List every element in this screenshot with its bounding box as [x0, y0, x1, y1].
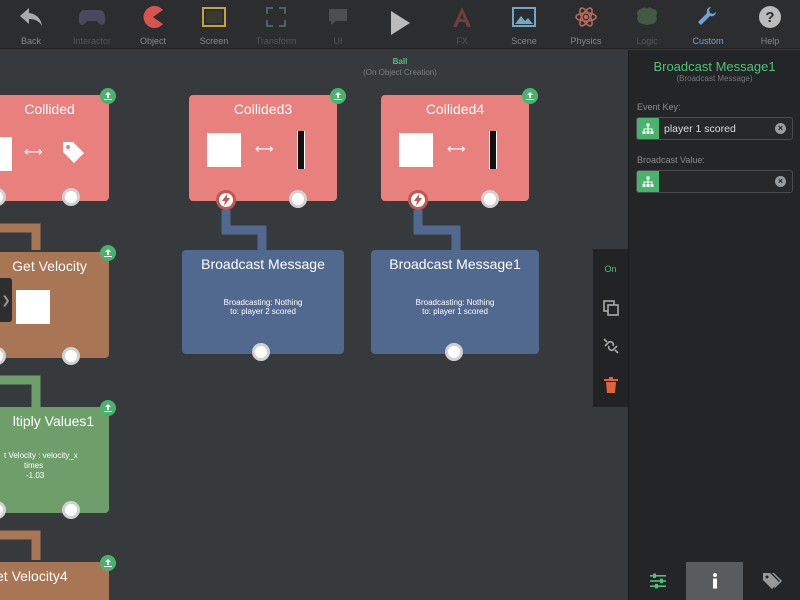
- output-port[interactable]: [62, 501, 80, 519]
- panel-tabs: [629, 562, 800, 600]
- broadcast-value-label: Broadcast Value:: [637, 155, 705, 165]
- scene-button[interactable]: Scene: [493, 0, 555, 49]
- block-action-bar: On: [593, 249, 628, 407]
- toggle-on-button[interactable]: On: [593, 254, 628, 284]
- event-key-label: Event Key:: [637, 102, 681, 112]
- tag-icon: [60, 139, 86, 170]
- fx-icon: [448, 4, 476, 30]
- transform-button[interactable]: Transform: [245, 0, 307, 49]
- physics-button[interactable]: Physics: [555, 0, 617, 49]
- logic-button[interactable]: Logic: [616, 0, 678, 49]
- tab-info[interactable]: [686, 562, 743, 600]
- fx-button[interactable]: FX: [431, 0, 493, 49]
- output-port[interactable]: [62, 188, 80, 206]
- hierarchy-icon[interactable]: [637, 171, 659, 192]
- sliders-icon: [649, 573, 666, 589]
- copy-icon: [602, 300, 619, 316]
- output-port[interactable]: [289, 190, 307, 208]
- export-icon[interactable]: [522, 88, 538, 104]
- collision-arrow-icon: ⟷: [255, 141, 274, 156]
- speech-bubble-icon: [324, 4, 352, 30]
- landscape-icon: [510, 4, 538, 30]
- tags-icon: [762, 573, 782, 589]
- help-button[interactable]: ? Help: [739, 0, 800, 49]
- play-button[interactable]: [369, 0, 431, 49]
- collided4-block[interactable]: Collided4 ⟷: [381, 88, 538, 210]
- object-b-thumbnail: [297, 131, 305, 169]
- behavior-canvas[interactable]: Ball (On Object Creation) Collided ⟷ Col…: [0, 50, 628, 600]
- svg-text:?: ?: [765, 9, 774, 26]
- object-a-thumbnail: [399, 133, 433, 167]
- trash-icon: [603, 377, 618, 393]
- broadcast-message-block[interactable]: Broadcast Message Broadcasting: Nothing …: [182, 250, 344, 361]
- brain-icon: [633, 4, 661, 30]
- unlink-icon: [602, 338, 619, 354]
- get-velocity-block[interactable]: Get Velocity ❯: [0, 245, 116, 365]
- object-thumbnail: [16, 290, 50, 324]
- export-icon[interactable]: [100, 245, 116, 261]
- trigger-port[interactable]: [216, 190, 236, 210]
- export-icon[interactable]: [100, 400, 116, 416]
- collided-block[interactable]: Collided ⟷: [0, 88, 116, 206]
- tab-settings[interactable]: [629, 562, 686, 600]
- event-key-field[interactable]: player 1 scored ×: [636, 117, 793, 140]
- play-icon: [386, 10, 414, 36]
- set-velocity4-block[interactable]: et Velocity4: [0, 555, 116, 600]
- screen-frame-icon: [200, 4, 228, 30]
- ui-button[interactable]: UI: [307, 0, 369, 49]
- object-button[interactable]: Object: [122, 0, 184, 49]
- info-icon: [712, 573, 717, 589]
- output-port[interactable]: [62, 347, 80, 365]
- output-port[interactable]: [252, 343, 270, 361]
- trigger-port[interactable]: [408, 190, 428, 210]
- broadcast-message1-block[interactable]: Broadcast Message1 Broadcasting: Nothing…: [371, 250, 539, 361]
- gamepad-icon: [78, 4, 106, 30]
- tab-tags[interactable]: [743, 562, 800, 600]
- input-handle-icon[interactable]: ❯: [0, 278, 12, 322]
- top-toolbar: Back Interactor Object Screen Transform …: [0, 0, 800, 49]
- output-port[interactable]: [445, 343, 463, 361]
- back-arrow-icon: [17, 4, 45, 30]
- output-port[interactable]: [481, 190, 499, 208]
- custom-button[interactable]: Custom: [677, 0, 739, 49]
- delete-button[interactable]: [593, 370, 628, 400]
- pacman-icon: [139, 4, 167, 30]
- detach-button[interactable]: [593, 331, 628, 361]
- panel-subtitle: (Broadcast Message): [676, 74, 753, 83]
- duplicate-button[interactable]: [593, 293, 628, 323]
- expand-arrows-icon: [262, 4, 290, 30]
- wrench-icon: [694, 4, 722, 30]
- object-b-thumbnail: [489, 131, 497, 169]
- inspector-panel: Broadcast Message1 (Broadcast Message) E…: [628, 50, 800, 600]
- export-icon[interactable]: [100, 555, 116, 571]
- export-icon[interactable]: [330, 88, 346, 104]
- help-icon: ?: [756, 4, 784, 30]
- interactor-button[interactable]: Interactor: [61, 0, 123, 49]
- collided3-block[interactable]: Collided3 ⟷: [189, 88, 346, 210]
- multiply-values-block[interactable]: ltiply Values1 t Velocity : velocity_x t…: [0, 400, 116, 519]
- back-button[interactable]: Back: [0, 0, 62, 49]
- clear-icon[interactable]: ×: [775, 176, 786, 187]
- atom-icon: [572, 4, 600, 30]
- object-a-thumbnail: [0, 137, 12, 171]
- collision-arrow-icon: ⟷: [24, 144, 43, 159]
- hierarchy-icon[interactable]: [637, 118, 659, 139]
- export-icon[interactable]: [100, 88, 116, 104]
- screen-button[interactable]: Screen: [183, 0, 245, 49]
- broadcast-value-field[interactable]: ×: [636, 170, 793, 193]
- object-a-thumbnail: [207, 133, 241, 167]
- panel-title: Broadcast Message1: [653, 59, 776, 74]
- collision-arrow-icon: ⟷: [447, 141, 466, 156]
- clear-icon[interactable]: ×: [775, 123, 786, 134]
- lightning-icon: [222, 194, 230, 206]
- lightning-icon: [414, 194, 422, 206]
